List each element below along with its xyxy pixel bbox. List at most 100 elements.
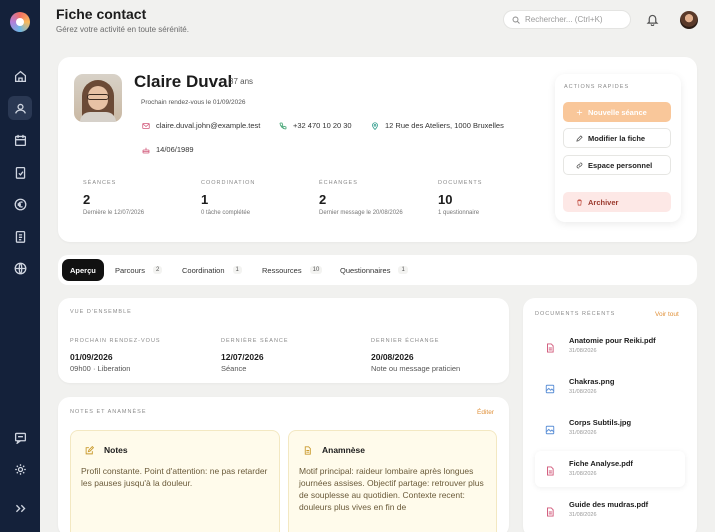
- stat-coordination-sub: 0 tâche complétée: [201, 210, 251, 216]
- contacts-icon: [14, 103, 26, 114]
- page-subtitle: Gérez votre activité en toute sérénité.: [56, 25, 189, 34]
- page-title: Fiche contact: [56, 6, 147, 22]
- overview-title: VUE D'ENSEMBLE: [70, 309, 132, 315]
- document-item[interactable]: Fiche Analyse.pdf 31/08/2026: [535, 451, 685, 487]
- archive-label: Archiver: [588, 197, 619, 207]
- globe-icon: [14, 262, 26, 274]
- contact-phone[interactable]: +32 470 10 20 30: [279, 121, 352, 130]
- sidebar-item-settings[interactable]: [8, 457, 32, 481]
- tab-coordination[interactable]: Coordination 1: [174, 259, 250, 281]
- anamnesis-box-body: Motif principal: raideur lombaire après …: [299, 466, 484, 512]
- sidebar-item-home[interactable]: [8, 64, 32, 88]
- document-name: Guide des mudras.pdf: [569, 500, 649, 509]
- new-session-label: Nouvelle séance: [588, 107, 647, 117]
- plus-icon: [576, 109, 583, 115]
- pdf-file-icon: [547, 466, 554, 476]
- contact-email[interactable]: claire.duval.john@example.test: [142, 121, 260, 130]
- document-item[interactable]: Chakras.png 31/08/2026: [535, 369, 685, 405]
- documents-title: DOCUMENTS RÉCENTS: [535, 311, 616, 317]
- calendar-icon: [14, 134, 26, 146]
- document-name: Corps Subtils.jpg: [569, 418, 632, 427]
- sidebar-item-finance[interactable]: [8, 192, 32, 216]
- last-exchange-sub: Note ou message praticien: [371, 364, 461, 373]
- messages-icon: [14, 432, 26, 444]
- address-text: 12 Rue des Ateliers, 1000 Bruxelles: [385, 121, 504, 130]
- stat-exchanges-label: ÉCHANGES: [319, 180, 358, 186]
- archive-button[interactable]: Archiver: [563, 192, 671, 212]
- user-avatar[interactable]: [680, 11, 698, 29]
- euro-icon: [14, 198, 26, 210]
- last-session-label: DERNIÈRE SÉANCE: [221, 338, 289, 344]
- anamnesis-box-title: Anamnèse: [322, 445, 365, 455]
- tab-bar: Aperçu Parcours 2 Coordination 1 Ressour…: [58, 255, 697, 285]
- documents-see-all-link[interactable]: Voir tout: [655, 311, 679, 318]
- phone-text: +32 470 10 20 30: [293, 121, 352, 130]
- document-item[interactable]: Anatomie pour Reiki.pdf 31/08/2026: [535, 328, 685, 364]
- document-name: Anatomie pour Reiki.pdf: [569, 336, 656, 345]
- notifications-bell-icon[interactable]: [646, 13, 659, 26]
- personal-space-button[interactable]: Espace personnel: [563, 155, 671, 175]
- phone-icon: [279, 122, 287, 129]
- tab-questionnaires-label: Questionnaires: [340, 265, 391, 275]
- expand-icon: [15, 504, 25, 512]
- tab-resources[interactable]: Ressources 10: [254, 259, 330, 281]
- stat-documents-sub: 1 questionnaire: [438, 210, 480, 216]
- mail-icon: [142, 122, 150, 129]
- app-logo[interactable]: [10, 12, 30, 32]
- contact-photo: [74, 74, 122, 122]
- search-box[interactable]: [503, 10, 631, 29]
- clipboard-icon: [15, 230, 25, 243]
- notes-box[interactable]: Notes Profil constante. Point d'attentio…: [70, 430, 280, 532]
- contact-age: 37 ans: [229, 77, 254, 86]
- notes-edit-link[interactable]: Éditer: [477, 409, 494, 416]
- tab-overview[interactable]: Aperçu: [62, 259, 104, 281]
- tab-resources-label: Ressources: [262, 265, 302, 275]
- sidebar-item-messages[interactable]: [8, 425, 32, 449]
- next-appointment-text: Prochain rendez-vous le 01/09/2026: [141, 99, 246, 106]
- tab-questionnaires[interactable]: Questionnaires 1: [332, 259, 416, 281]
- document-date: 31/08/2026: [569, 348, 597, 354]
- search-input[interactable]: [525, 15, 625, 24]
- next-appointment-value: 01/09/2026: [70, 352, 113, 362]
- stat-exchanges-sub: Dernier message le 20/08/2026: [319, 210, 403, 216]
- pencil-square-icon: [85, 445, 94, 454]
- settings-icon: [14, 463, 26, 475]
- sidebar-item-web[interactable]: [8, 256, 32, 280]
- location-pin-icon: [372, 121, 378, 130]
- personal-space-label: Espace personnel: [588, 160, 653, 170]
- stat-documents-label: DOCUMENTS: [438, 180, 483, 186]
- quick-actions-title: ACTIONS RAPIDES: [564, 84, 630, 90]
- sidebar-item-calendar[interactable]: [8, 128, 32, 152]
- tab-questionnaires-count: 1: [398, 266, 408, 274]
- trash-icon: [577, 199, 582, 205]
- last-session-sub: Séance: [221, 364, 247, 373]
- sidebar-item-forms[interactable]: [8, 224, 32, 248]
- contact-name: Claire Duval: [134, 72, 233, 91]
- document-date: 31/08/2026: [569, 430, 597, 436]
- stat-documents-value: 10: [438, 192, 453, 207]
- sidebar-item-tasks[interactable]: [8, 160, 32, 184]
- tab-parcours-count: 2: [153, 266, 163, 274]
- document-item[interactable]: Corps Subtils.jpg 31/08/2026: [535, 410, 685, 446]
- next-appointment-label: PROCHAIN RENDEZ-VOUS: [70, 338, 161, 344]
- stat-sessions-label: SÉANCES: [83, 180, 117, 186]
- pdf-file-icon: [547, 343, 554, 353]
- document-item[interactable]: Guide des mudras.pdf 31/08/2026: [535, 492, 685, 528]
- quick-actions-panel: ACTIONS RAPIDES Nouvelle séance Modifier…: [555, 74, 681, 222]
- stat-sessions-value: 2: [83, 192, 91, 207]
- search-icon: [512, 16, 520, 24]
- sidebar-expand-button[interactable]: [8, 496, 32, 520]
- birthdate-text: 14/06/1989: [156, 145, 194, 154]
- pdf-file-icon: [547, 507, 554, 517]
- tab-parcours[interactable]: Parcours 2: [107, 259, 170, 281]
- edit-contact-button[interactable]: Modifier la fiche: [563, 128, 671, 148]
- contact-address[interactable]: 12 Rue des Ateliers, 1000 Bruxelles: [371, 121, 504, 130]
- tab-resources-count: 10: [309, 266, 323, 274]
- new-session-button[interactable]: Nouvelle séance: [563, 102, 671, 122]
- sidebar-item-contacts[interactable]: [8, 96, 32, 120]
- anamnesis-box[interactable]: Anamnèse Motif principal: raideur lombai…: [288, 430, 497, 532]
- image-file-icon: [545, 425, 555, 435]
- cake-icon: [142, 146, 150, 153]
- last-exchange-label: DERNIER ÉCHANGE: [371, 338, 440, 344]
- sidebar: [0, 0, 40, 532]
